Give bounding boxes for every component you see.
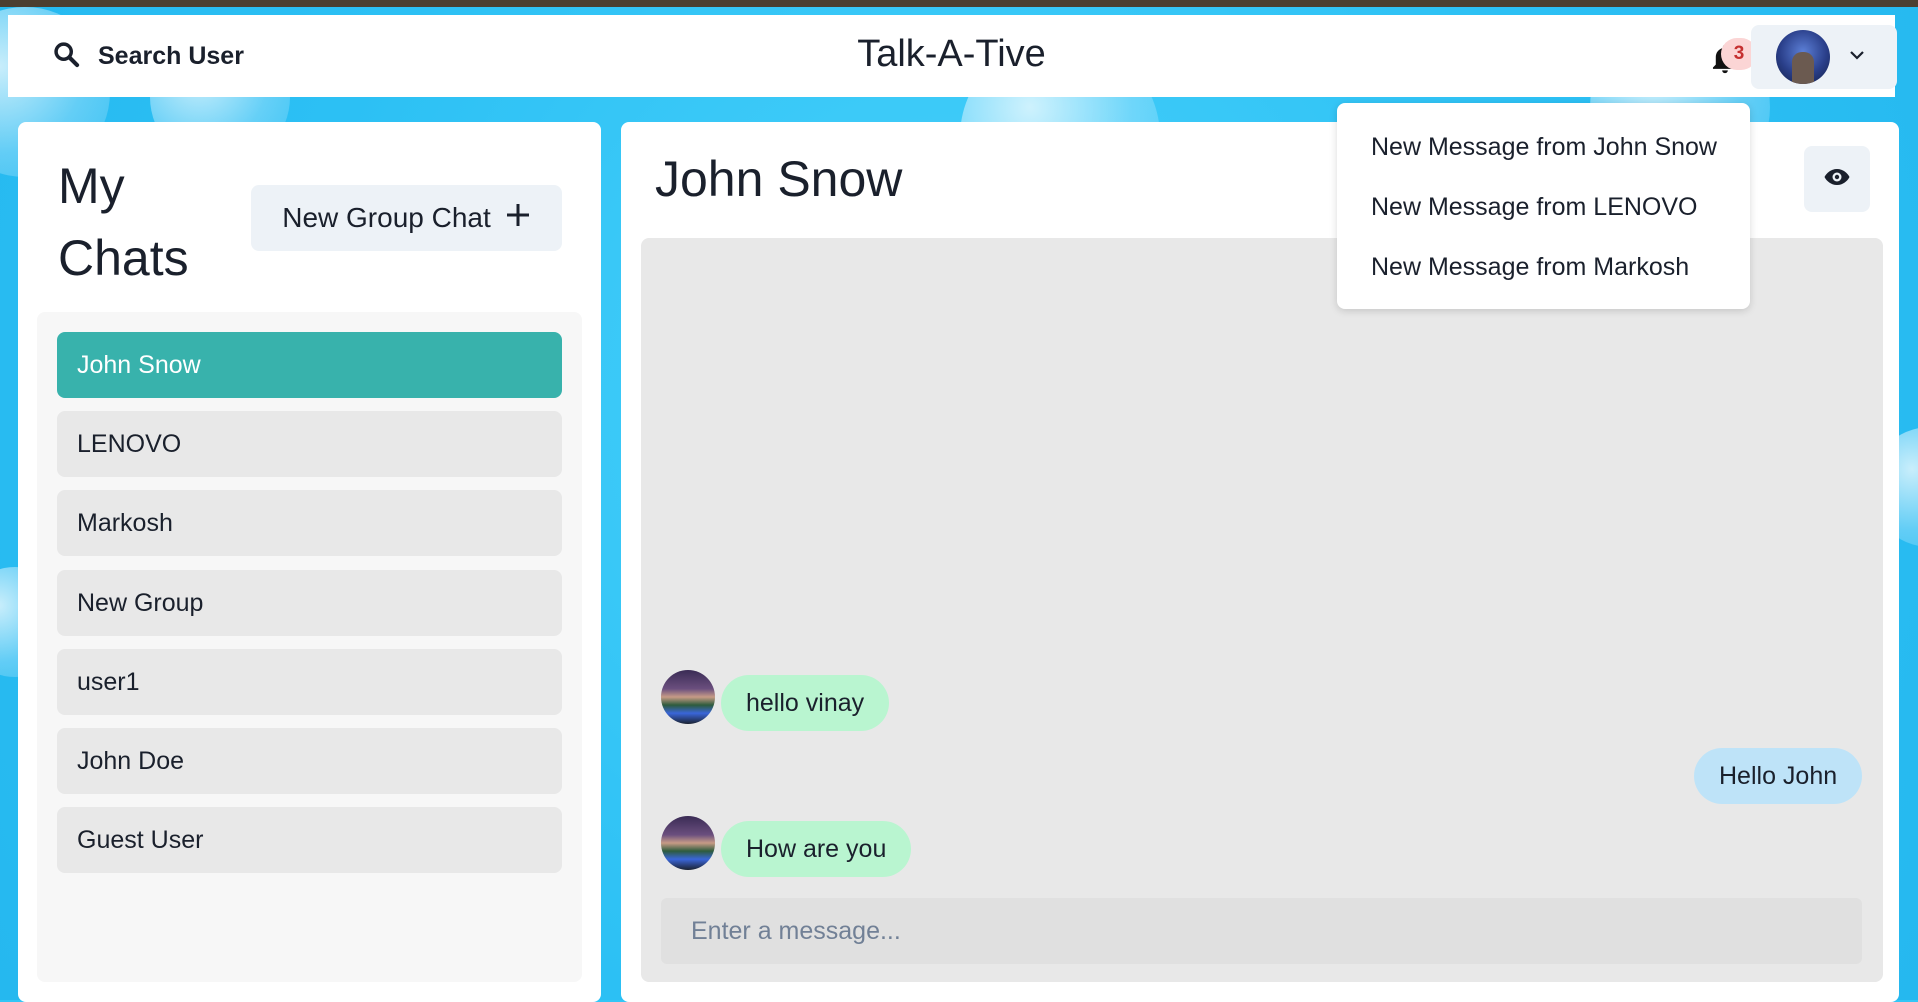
chat-list: John Snow LENOVO Markosh New Group user1… (37, 312, 582, 982)
message-bubble-incoming: hello vinay (721, 675, 890, 731)
chat-item-user1[interactable]: user1 (57, 649, 562, 715)
chat-item-guest-user[interactable]: Guest User (57, 807, 562, 873)
notification-dropdown: New Message from John Snow New Message f… (1337, 103, 1750, 309)
my-chats-title: My Chats (58, 150, 238, 294)
messages-area: hello vinay Hello John How are you (641, 238, 1883, 982)
chat-item-john-doe[interactable]: John Doe (57, 728, 562, 794)
profile-menu-button[interactable] (1751, 25, 1897, 89)
notification-item[interactable]: New Message from LENOVO (1337, 179, 1750, 235)
window-top-strip (0, 0, 1918, 7)
chat-title: John Snow (655, 151, 903, 207)
message-input[interactable] (661, 898, 1862, 964)
sender-avatar (661, 816, 715, 870)
app-title: Talk-A-Tive (857, 33, 1046, 75)
chevron-down-icon (1848, 48, 1866, 66)
new-group-chat-button[interactable]: New Group Chat (251, 185, 562, 251)
chat-item-john-snow[interactable]: John Snow (57, 332, 562, 398)
top-bar: Search User Talk-A-Tive 3 (8, 15, 1897, 97)
plus-icon (505, 202, 531, 235)
sender-avatar (661, 670, 715, 724)
my-chats-title-line2: Chats (58, 230, 189, 286)
view-profile-button[interactable] (1804, 146, 1870, 212)
eye-icon (1823, 167, 1851, 192)
search-icon (52, 40, 80, 73)
notification-item[interactable]: New Message from John Snow (1337, 119, 1750, 175)
my-chats-title-line1: My (58, 158, 125, 214)
search-user-label: Search User (98, 41, 244, 70)
message-bubble-incoming: How are you (721, 821, 912, 877)
notification-item[interactable]: New Message from Markosh (1337, 239, 1750, 295)
chat-item-new-group[interactable]: New Group (57, 570, 562, 636)
chat-item-lenovo[interactable]: LENOVO (57, 411, 562, 477)
my-chats-panel: My Chats New Group Chat John Snow LENOVO… (18, 122, 601, 1002)
new-group-chat-label: New Group Chat (282, 202, 491, 233)
chat-item-markosh[interactable]: Markosh (57, 490, 562, 556)
search-user-button[interactable]: Search User (38, 29, 258, 83)
user-avatar (1776, 30, 1830, 84)
message-bubble-outgoing: Hello John (1694, 748, 1863, 804)
